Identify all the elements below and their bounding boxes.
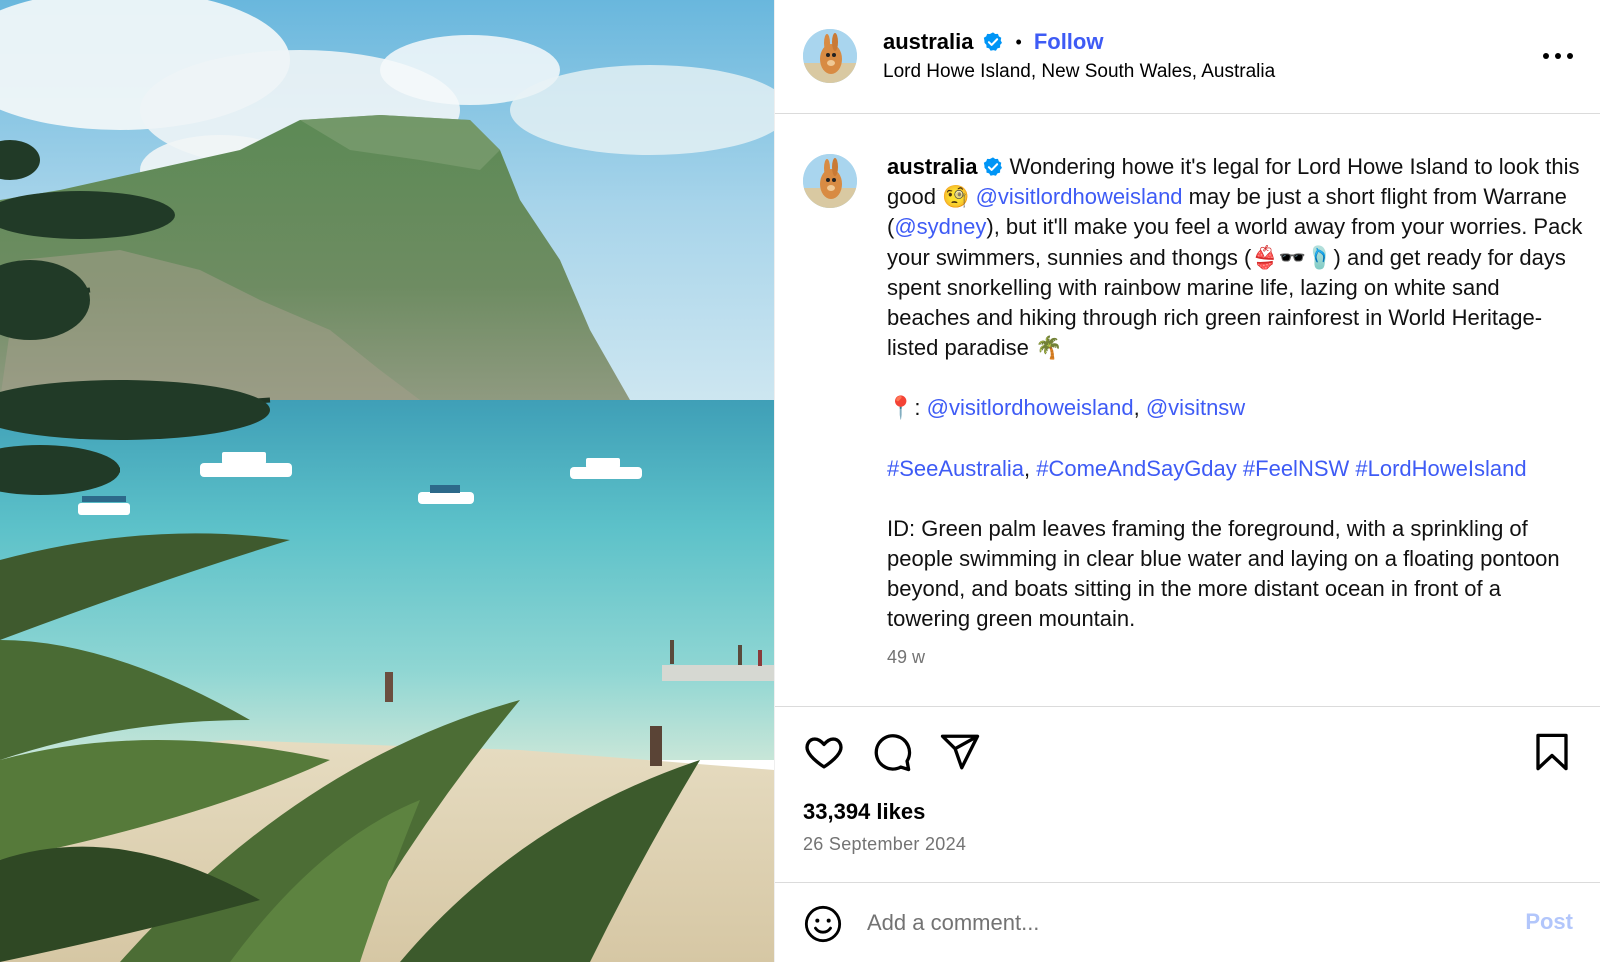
- caption-paragraph-mentions: 📍: @visitlordhoweisland, @visitnsw: [887, 393, 1587, 423]
- bookmark-icon[interactable]: [1531, 731, 1573, 773]
- post-photo[interactable]: [0, 0, 774, 962]
- follow-button[interactable]: Follow: [1034, 29, 1104, 55]
- post-details-pane: australia • Follow Lord Howe Island, New…: [774, 0, 1600, 962]
- post-header: australia • Follow Lord Howe Island, New…: [775, 0, 1600, 114]
- paper-plane-icon[interactable]: [939, 731, 981, 773]
- post-author-username[interactable]: australia: [883, 29, 974, 55]
- mention-link[interactable]: @visitlordhoweisland: [927, 395, 1134, 420]
- kangaroo-avatar-image: [803, 29, 857, 83]
- comment-input[interactable]: [867, 905, 1487, 941]
- comment-bubble-icon[interactable]: [871, 731, 913, 773]
- caption-avatar[interactable]: [803, 154, 857, 208]
- hashtag-link[interactable]: #SeeAustralia: [887, 456, 1024, 481]
- caption-paragraph-main: australia Wondering howe it's legal for L…: [887, 152, 1587, 363]
- separator-dot: •: [1015, 31, 1022, 52]
- caption-time-ago[interactable]: 49 w: [887, 647, 925, 668]
- smiley-icon[interactable]: [803, 904, 843, 944]
- likes-count[interactable]: 33,394 likes: [803, 799, 925, 825]
- caption-section: australia Wondering howe it's legal for L…: [775, 114, 1600, 707]
- caption-paragraph-image-description: ID: Green palm leaves framing the foregr…: [887, 515, 1560, 632]
- comment-bar: Post: [775, 883, 1600, 962]
- verified-badge-icon: [982, 31, 1004, 53]
- pin-icon-label: 📍:: [887, 395, 927, 421]
- post-actions: 33,394 likes 26 September 2024: [775, 707, 1600, 883]
- hashtag-link[interactable]: #ComeAndSayGday: [1036, 456, 1237, 481]
- caption-text-segment: ,: [1023, 455, 1037, 481]
- caption-paragraph-hashtags: #SeeAustralia, #ComeAndSayGday #FeelNSW …: [887, 454, 1587, 484]
- mention-link[interactable]: @visitlordhoweisland: [976, 184, 1183, 209]
- post-date: 26 September 2024: [803, 834, 967, 854]
- caption-username[interactable]: australia: [887, 154, 978, 179]
- caption-text-segment: ,: [1133, 395, 1146, 421]
- lord-howe-island-photo: [0, 0, 774, 962]
- caption-text-segment: ), but it'll make you feel a world away …: [887, 214, 1583, 361]
- post-location[interactable]: Lord Howe Island, New South Wales, Austr…: [883, 61, 1275, 83]
- hashtag-link[interactable]: #FeelNSW: [1243, 456, 1349, 481]
- heart-icon[interactable]: [803, 731, 845, 773]
- mention-link[interactable]: @visitnsw: [1146, 395, 1245, 420]
- mention-link[interactable]: @sydney: [894, 214, 986, 239]
- verified-badge-icon: [982, 156, 1004, 178]
- caption-text: australia Wondering howe it's legal for L…: [887, 152, 1587, 635]
- post-comment-button[interactable]: Post: [1525, 909, 1573, 935]
- kangaroo-avatar-image: [803, 154, 857, 208]
- hashtag-link[interactable]: #LordHoweIsland: [1355, 456, 1526, 481]
- more-options-icon[interactable]: [1543, 44, 1573, 68]
- avatar[interactable]: [803, 29, 857, 83]
